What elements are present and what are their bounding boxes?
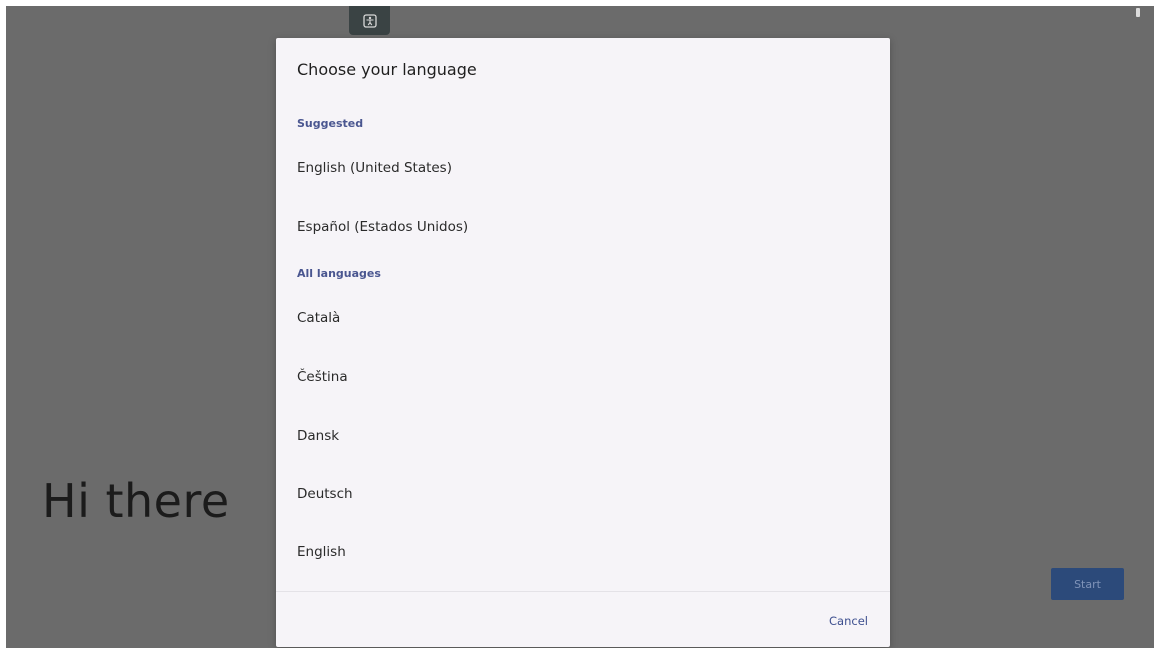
language-label: English (United States) bbox=[297, 160, 452, 176]
battery-icon bbox=[1136, 8, 1140, 17]
dialog-title: Choose your language bbox=[297, 60, 477, 79]
language-label: Dansk bbox=[297, 428, 340, 444]
section-header-suggested: Suggested bbox=[297, 117, 364, 130]
language-item-cestina[interactable]: Čeština bbox=[276, 355, 890, 399]
language-label: Català bbox=[297, 310, 341, 326]
section-header-all-languages: All languages bbox=[297, 267, 381, 280]
language-label: English bbox=[297, 544, 346, 560]
accessibility-icon bbox=[362, 13, 377, 28]
language-label: Čeština bbox=[297, 369, 348, 385]
language-label: Español (Estados Unidos) bbox=[297, 219, 469, 235]
dialog-divider bbox=[276, 591, 890, 592]
language-item-dansk[interactable]: Dansk bbox=[276, 414, 890, 458]
language-item-espanol-us[interactable]: Español (Estados Unidos) bbox=[276, 205, 890, 249]
language-item-deutsch[interactable]: Deutsch bbox=[276, 472, 890, 516]
greeting-heading: Hi there bbox=[42, 474, 230, 528]
setup-screen: Hi there Start Choose your language Sugg… bbox=[6, 6, 1154, 648]
language-label: Deutsch bbox=[297, 486, 353, 502]
language-item-english-us[interactable]: English (United States) bbox=[276, 146, 890, 190]
language-item-catala[interactable]: Català bbox=[276, 296, 890, 340]
start-button[interactable]: Start bbox=[1051, 568, 1124, 600]
language-item-english[interactable]: English bbox=[276, 530, 890, 574]
accessibility-button[interactable] bbox=[349, 6, 390, 35]
language-dialog: Choose your language Suggested English (… bbox=[276, 38, 890, 647]
cancel-button[interactable]: Cancel bbox=[829, 614, 868, 628]
